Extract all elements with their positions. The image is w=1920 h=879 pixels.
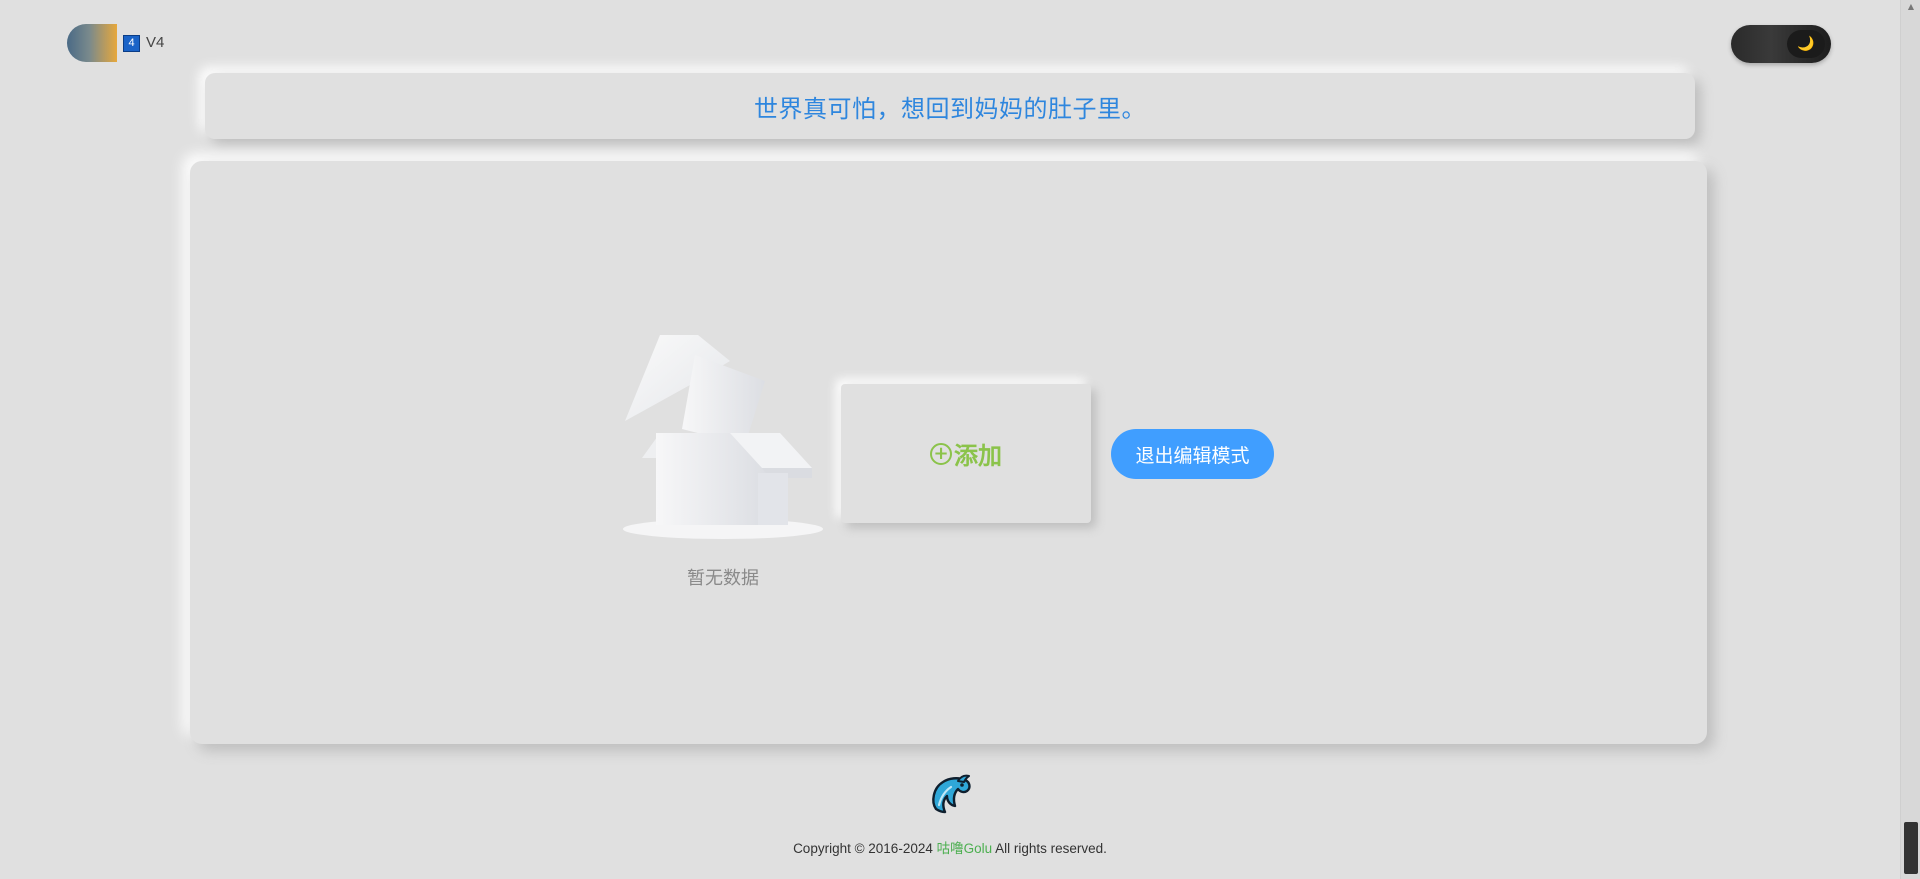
theme-toggle[interactable]: 🌙 [1731, 25, 1831, 63]
slogan-text: 世界真可怕，想回到妈妈的肚子里。 [754, 94, 1146, 123]
copyright-prefix: Copyright © 2016-2024 [793, 841, 937, 856]
scrollbar[interactable]: ▲ [1900, 0, 1920, 879]
moon-icon[interactable]: 🌙 [1787, 30, 1825, 58]
add-label: 添加 [954, 442, 1002, 470]
copyright-suffix: All rights reserved. [992, 841, 1107, 856]
slogan-banner: 世界真可怕，想回到妈妈的肚子里。 [205, 73, 1695, 139]
version-label[interactable]: V4 [146, 34, 164, 51]
add-content: + 添加 [930, 436, 1002, 471]
scroll-up-arrow-icon[interactable]: ▲ [1901, 0, 1920, 14]
add-button[interactable]: + 添加 [841, 384, 1091, 523]
copyright: Copyright © 2016-2024 咕噜Golu All rights … [0, 837, 1900, 857]
plus-circle-icon: + [930, 442, 952, 465]
empty-text: 暂无数据 [687, 568, 759, 589]
dolphin-logo-icon[interactable] [927, 772, 973, 818]
empty-box-icon [623, 335, 823, 539]
scroll-thumb[interactable] [1904, 822, 1918, 874]
page: 4 V4 🌙 世界真可怕，想回到妈妈的肚子里。 暂无数据 + 添加 退出编辑模式… [0, 0, 1920, 879]
brand-link[interactable]: 咕噜Golu [937, 841, 993, 856]
version-badge[interactable]: 4 [123, 35, 140, 52]
exit-edit-mode-button[interactable]: 退出编辑模式 [1111, 429, 1274, 479]
version-switch[interactable] [67, 24, 117, 62]
